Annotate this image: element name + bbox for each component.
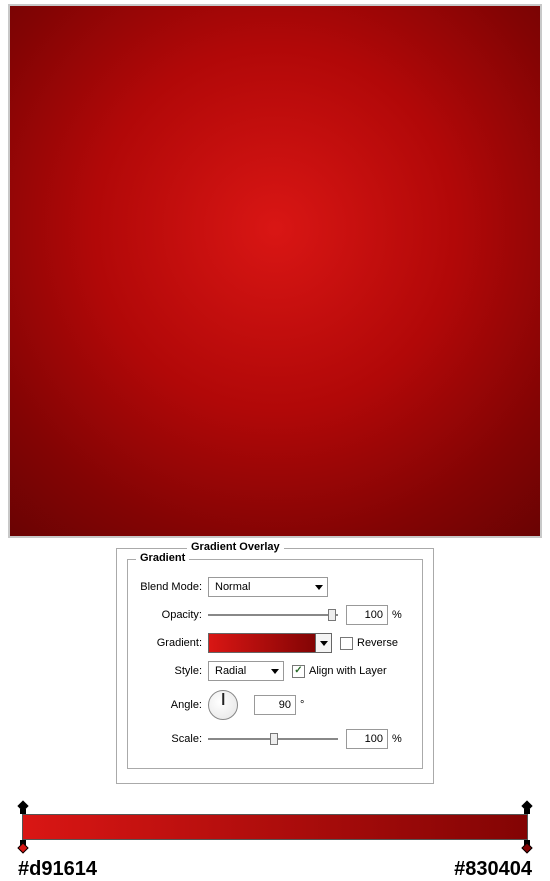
label-opacity: Opacity: (136, 609, 208, 621)
opacity-stop-right[interactable] (522, 802, 532, 814)
gradient-dropdown-button[interactable] (316, 633, 332, 653)
gradient-overlay-panel: Gradient Overlay Gradient Blend Mode: No… (116, 548, 434, 784)
color-stop-right[interactable] (522, 840, 532, 852)
label-style: Style: (136, 665, 208, 677)
style-value: Radial (215, 665, 246, 677)
angle-input[interactable] (254, 695, 296, 715)
slider-thumb[interactable] (270, 733, 278, 745)
align-label: Align with Layer (309, 665, 387, 677)
opacity-unit: % (392, 609, 402, 621)
reverse-label: Reverse (357, 637, 398, 649)
row-angle: Angle: ° (136, 688, 414, 722)
angle-unit: ° (300, 699, 304, 711)
row-scale: Scale: % (136, 728, 414, 750)
hex-row: #d91614 #830404 (18, 858, 532, 881)
label-blend-mode: Blend Mode: (136, 581, 208, 593)
gradient-preview (8, 4, 542, 538)
scale-slider[interactable] (208, 732, 338, 746)
reverse-checkbox[interactable]: Reverse (340, 637, 398, 650)
opacity-input[interactable] (346, 605, 388, 625)
gradient-section: Gradient Blend Mode: Normal Opacity: % G… (127, 559, 423, 769)
panel-title: Gradient Overlay (187, 541, 284, 553)
chevron-down-icon (320, 641, 328, 646)
section-title: Gradient (136, 552, 189, 564)
checkbox-box (340, 637, 353, 650)
blend-mode-value: Normal (215, 581, 250, 593)
label-gradient: Gradient: (136, 637, 208, 649)
row-gradient: Gradient: Reverse (136, 632, 414, 654)
row-opacity: Opacity: % (136, 604, 414, 626)
checkbox-box (292, 665, 305, 678)
color-stop-left[interactable] (18, 840, 28, 852)
slider-track (208, 614, 338, 616)
style-dropdown[interactable]: Radial (208, 661, 284, 681)
gradient-editor (12, 802, 538, 852)
gradient-picker[interactable] (208, 633, 332, 653)
chevron-down-icon (315, 585, 323, 590)
angle-dial[interactable] (208, 690, 238, 720)
chevron-down-icon (271, 669, 279, 674)
scale-input[interactable] (346, 729, 388, 749)
gradient-swatch (208, 633, 316, 653)
opacity-slider[interactable] (208, 608, 338, 622)
opacity-stop-left[interactable] (18, 802, 28, 814)
label-angle: Angle: (136, 699, 208, 711)
hex-end: #830404 (454, 858, 532, 881)
row-blend-mode: Blend Mode: Normal (136, 576, 414, 598)
hex-start: #d91614 (18, 858, 97, 881)
align-checkbox[interactable]: Align with Layer (292, 665, 387, 678)
slider-thumb[interactable] (328, 609, 336, 621)
blend-mode-dropdown[interactable]: Normal (208, 577, 328, 597)
row-style: Style: Radial Align with Layer (136, 660, 414, 682)
gradient-bar[interactable] (22, 814, 528, 840)
label-scale: Scale: (136, 733, 208, 745)
scale-unit: % (392, 733, 402, 745)
